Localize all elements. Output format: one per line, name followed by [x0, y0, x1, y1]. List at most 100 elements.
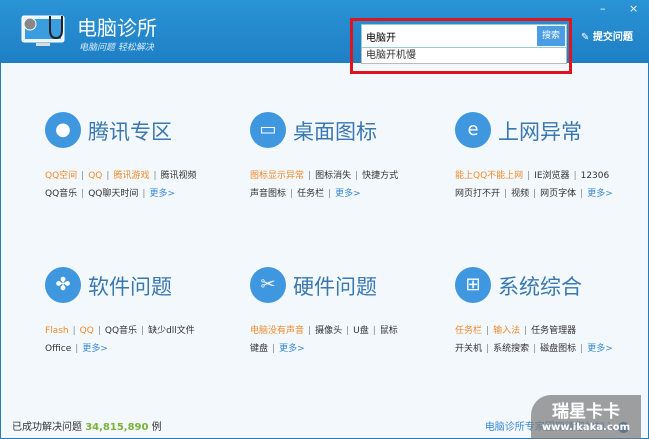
topic-link[interactable]: 开关机: [455, 344, 482, 354]
topic-link[interactable]: 摄像头: [315, 326, 342, 336]
edit-icon: ✎: [581, 32, 590, 43]
topic-link[interactable]: 快捷方式: [362, 171, 398, 181]
watermark-url: www.ikaka.com: [541, 422, 631, 433]
separator: |: [72, 326, 76, 336]
topic-link[interactable]: Office: [45, 344, 71, 354]
topic-link[interactable]: QQ音乐: [105, 326, 137, 336]
separator: |: [106, 171, 110, 181]
separator: |: [308, 171, 312, 181]
topic-link[interactable]: 输入法: [493, 326, 520, 336]
search-button[interactable]: 搜索: [537, 26, 565, 46]
separator: |: [533, 189, 537, 199]
separator: |: [142, 189, 146, 199]
separator: |: [527, 171, 531, 181]
ie-icon[interactable]: e: [455, 112, 491, 148]
monitor-icon[interactable]: ▭: [250, 112, 286, 148]
topic-link[interactable]: 图标消失: [315, 171, 351, 181]
separator: |: [75, 344, 79, 354]
category-links: Flash | QQ | QQ音乐 | 缺少dll文件 Office | 更多>: [45, 322, 195, 358]
topic-link[interactable]: 更多>: [82, 344, 108, 354]
topic-link[interactable]: 12306: [581, 171, 610, 181]
topic-link[interactable]: 图标显示异常: [250, 171, 304, 181]
topic-link[interactable]: 鼠标: [380, 326, 398, 336]
topic-link[interactable]: 更多>: [279, 344, 305, 354]
topic-link[interactable]: 系统搜索: [493, 344, 529, 354]
watermark-name: 瑞星卡卡: [552, 402, 620, 422]
separator: |: [573, 171, 577, 181]
separator: |: [355, 171, 359, 181]
monitor-stethoscope-logo-icon: [21, 15, 65, 46]
category-links: 能上QQ不能上网 | IE浏览器 | 12306 网页打不开 | 视频 | 网页字体 | 更多>: [455, 167, 613, 203]
topic-link[interactable]: 网页打不开: [455, 189, 500, 199]
topic-link[interactable]: 更多>: [149, 189, 175, 199]
separator: |: [141, 326, 145, 336]
topic-link[interactable]: QQ: [88, 171, 102, 181]
topic-link[interactable]: 键盘: [250, 344, 268, 354]
topic-link[interactable]: Flash: [45, 326, 69, 336]
separator: |: [346, 326, 350, 336]
submit-question-button[interactable]: ✎ 提交问题: [581, 28, 633, 43]
topic-link[interactable]: U盘: [353, 326, 369, 336]
topic-link[interactable]: 腾讯视频: [161, 171, 197, 181]
separator: |: [81, 189, 85, 199]
topic-link[interactable]: 磁盘图标: [540, 344, 576, 354]
category-title[interactable]: 上网异常: [498, 116, 582, 146]
topic-link[interactable]: 网页字体: [540, 189, 576, 199]
topic-link[interactable]: 电脑没有声音: [250, 326, 304, 336]
topic-link[interactable]: 缺少dll文件: [148, 326, 195, 336]
topic-link[interactable]: QQ聊天时间: [88, 189, 138, 199]
app-slogan: 电脑问题 轻松解决: [79, 43, 154, 53]
search-box: 搜索: [361, 24, 567, 48]
separator: |: [81, 171, 85, 181]
category-title[interactable]: 桌面图标: [293, 116, 377, 146]
topic-link[interactable]: 更多>: [335, 189, 361, 199]
topic-link[interactable]: 任务栏: [297, 189, 324, 199]
separator: |: [486, 326, 490, 336]
solved-count: 已成功解决问题 34,815,890 例: [12, 418, 162, 433]
topic-link[interactable]: IE浏览器: [534, 171, 569, 181]
category-title[interactable]: 腾讯专区: [88, 116, 172, 146]
category-links: QQ空间 | QQ | 腾讯游戏 | 腾讯视频 QQ音乐 | QQ聊天时间 | 更多>: [45, 167, 197, 203]
category-title[interactable]: 软件问题: [88, 271, 172, 301]
submit-label: 提交问题: [592, 32, 633, 43]
separator: |: [372, 326, 376, 336]
separator: |: [580, 189, 584, 199]
separator: |: [486, 344, 490, 354]
topic-link[interactable]: 能上QQ不能上网: [455, 171, 523, 181]
solved-number: 34,815,890: [85, 422, 149, 433]
category-title[interactable]: 系统综合: [498, 271, 582, 301]
close-button[interactable]: ×: [629, 2, 638, 15]
clover-icon[interactable]: ✤: [45, 267, 81, 303]
hardware-tool-icon[interactable]: ✂: [250, 267, 286, 303]
search-input[interactable]: [362, 25, 532, 47]
separator: |: [504, 189, 508, 199]
separator: |: [97, 326, 101, 336]
topic-link[interactable]: QQ空间: [45, 171, 77, 181]
separator: |: [308, 326, 312, 336]
app-title: 电脑诊所: [77, 16, 157, 40]
solved-prefix: 已成功解决问题: [12, 422, 82, 433]
topic-link[interactable]: QQ音乐: [45, 189, 77, 199]
topic-link[interactable]: 任务栏: [455, 326, 482, 336]
solved-suffix: 例: [151, 422, 162, 433]
separator: |: [580, 344, 584, 354]
topic-link[interactable]: 腾讯游戏: [113, 171, 149, 181]
topic-link[interactable]: 更多>: [587, 344, 613, 354]
watermark: 瑞星卡卡 www.ikaka.com: [531, 395, 641, 439]
topic-link[interactable]: QQ: [80, 326, 94, 336]
topic-link[interactable]: 更多>: [587, 189, 613, 199]
windows-icon[interactable]: ⊞: [455, 267, 491, 303]
search-suggestion[interactable]: 电脑开机慢: [361, 48, 567, 64]
category-links: 电脑没有声音 | 摄像头 | U盘 | 鼠标 键盘 | 更多>: [250, 322, 398, 358]
topic-link[interactable]: 任务管理器: [531, 326, 576, 336]
qq-penguin-icon[interactable]: ●: [45, 112, 81, 148]
topic-link[interactable]: 视频: [511, 189, 529, 199]
separator: |: [290, 189, 294, 199]
separator: |: [524, 326, 528, 336]
separator: |: [153, 171, 157, 181]
minimize-button[interactable]: –: [600, 2, 606, 15]
separator: |: [533, 344, 537, 354]
category-title[interactable]: 硬件问题: [293, 271, 377, 301]
separator: |: [272, 344, 276, 354]
topic-link[interactable]: 声音图标: [250, 189, 286, 199]
